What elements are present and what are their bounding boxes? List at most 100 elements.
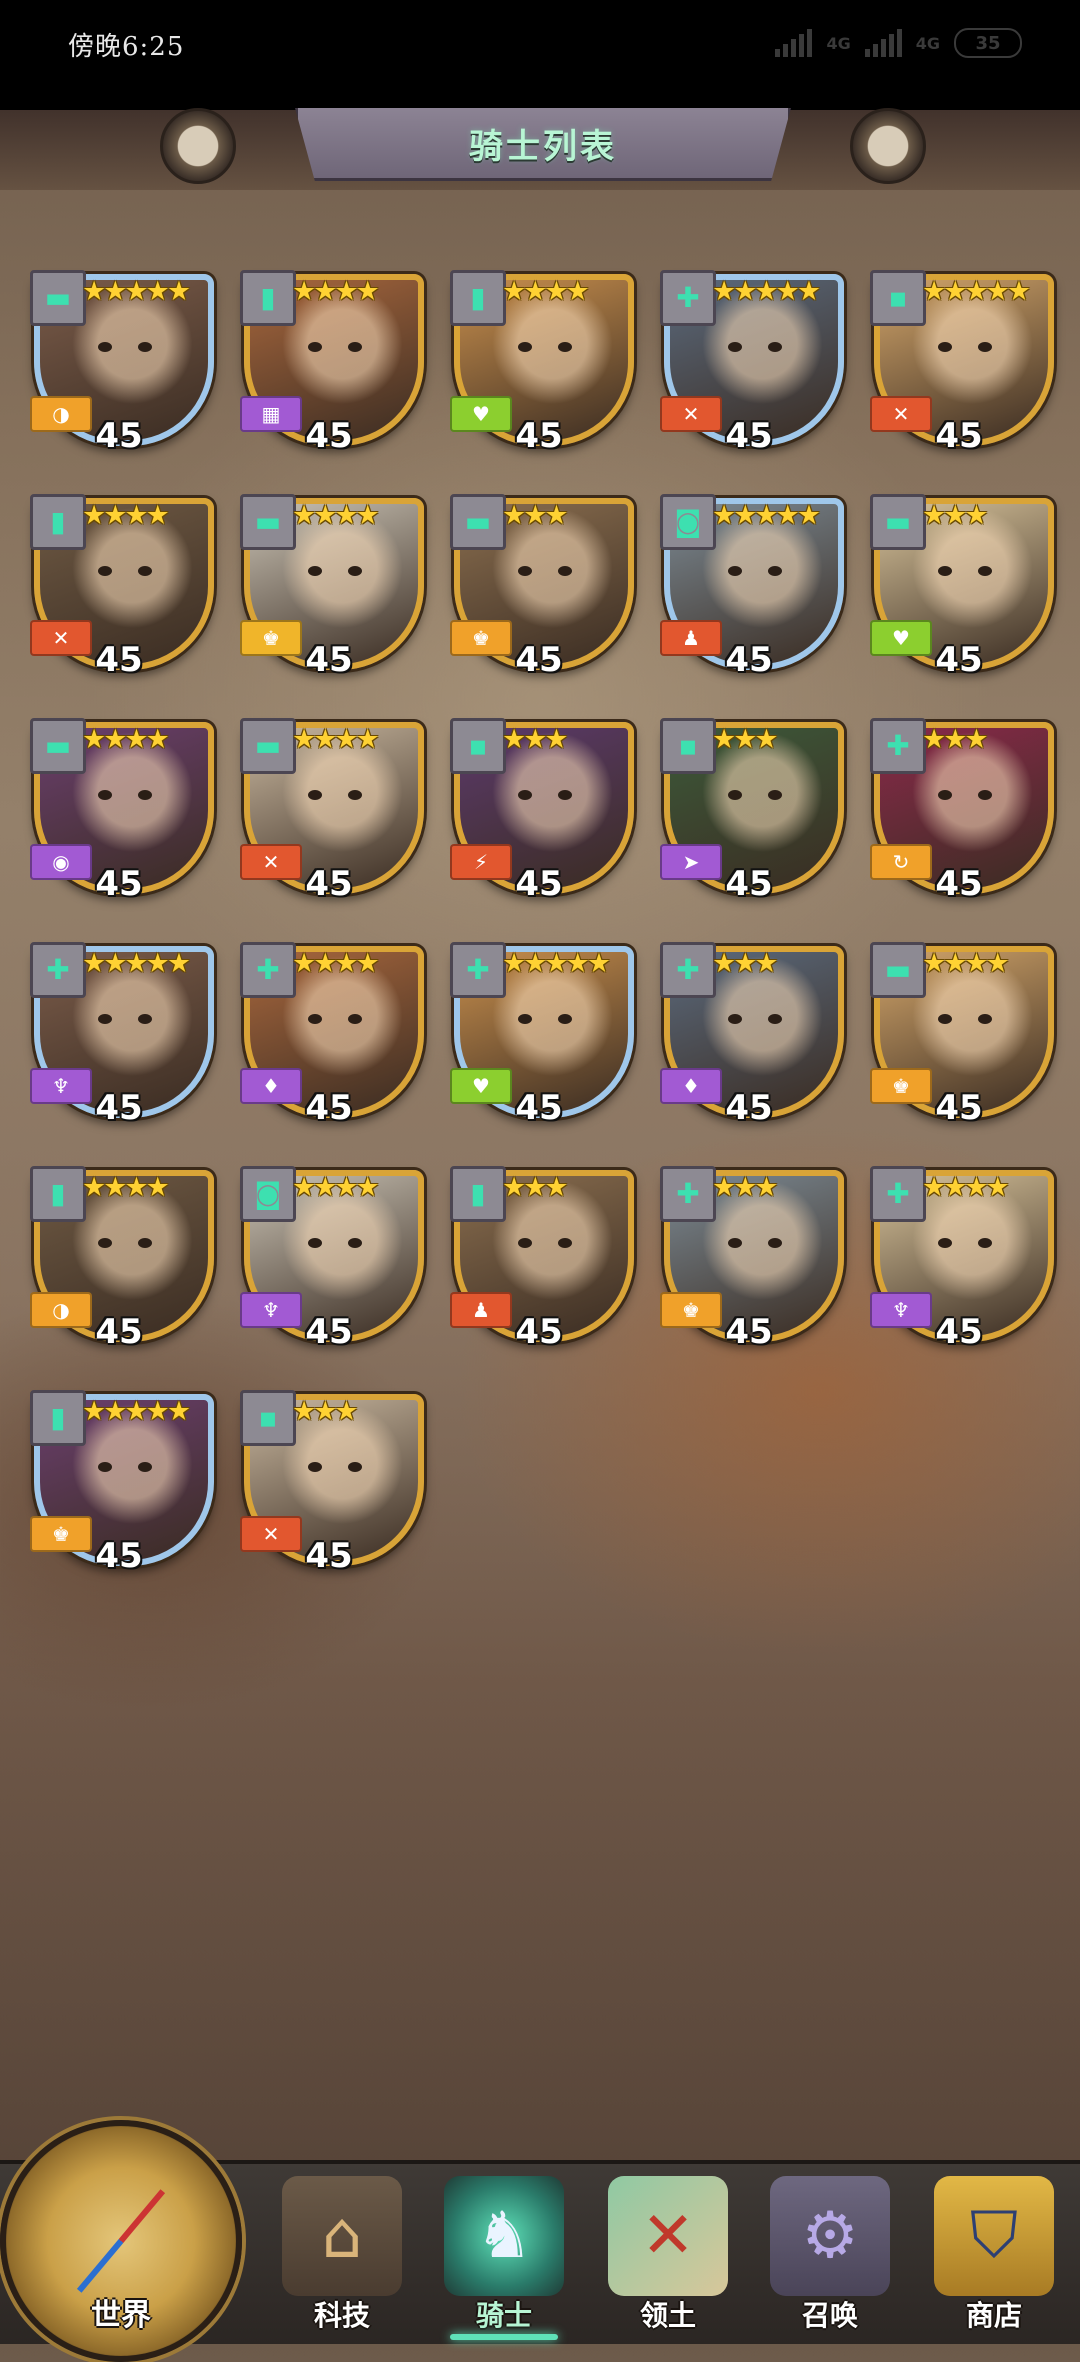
knight-card[interactable]: ✚ ★★★ ♚ 45 [660, 1166, 844, 1362]
knight-card[interactable]: ▬ ★★★★ ♚ 45 [240, 494, 424, 690]
class-tag-icon: ✕ [30, 620, 92, 656]
portrait-eye [308, 566, 322, 576]
knight-card[interactable]: ✚ ★★★ ♦ 45 [660, 942, 844, 1138]
status-icons: 4G 4G 35 [775, 28, 1022, 58]
knight-card[interactable]: ▮ ★★★ ♟ 45 [450, 1166, 634, 1362]
status-bar: 傍晚6:25 4G 4G 35 [0, 0, 1080, 110]
star-rating: ★★★★ [292, 276, 380, 307]
portrait-eye [98, 1462, 112, 1472]
portrait-eye [138, 566, 152, 576]
knight-level: 45 [725, 416, 773, 456]
class-tag-icon: ➤ [660, 844, 722, 880]
class-tag-icon: ▦ [240, 396, 302, 432]
portrait-eye [308, 790, 322, 800]
portrait-eye [138, 790, 152, 800]
knight-card[interactable]: ▮ ★★★★ ▦ 45 [240, 270, 424, 466]
knight-card[interactable]: ▪ ★★★★★ ✕ 45 [870, 270, 1054, 466]
nav-knights[interactable]: ♞ 骑士 [420, 2170, 588, 2340]
role-badge-icon: ✚ [870, 1166, 926, 1222]
class-tag-icon: ✕ [240, 1516, 302, 1552]
class-tag-icon: ⚡ [450, 844, 512, 880]
portrait-eye [98, 1014, 112, 1024]
star-rating: ★★★★ [922, 948, 1010, 979]
star-rating: ★★★ [502, 1172, 569, 1203]
knight-level: 45 [305, 416, 353, 456]
nav-world-label: 世界 [91, 2298, 151, 2333]
portrait-eye [308, 1462, 322, 1472]
class-tag-icon: ♚ [870, 1068, 932, 1104]
class-tag-icon: ✕ [660, 396, 722, 432]
class-tag-icon: ♦ [660, 1068, 722, 1104]
knight-card[interactable]: ▪ ★★★ ⚡ 45 [450, 718, 634, 914]
gauge-icon [160, 108, 236, 184]
knight-card[interactable]: ◙ ★★★★ ♆ 45 [240, 1166, 424, 1362]
knight-card[interactable]: ▮ ★★★★ ♥ 45 [450, 270, 634, 466]
title-plate: 骑士列表 [295, 108, 791, 181]
class-tag-icon: ♚ [30, 1516, 92, 1552]
nav-world[interactable]: 世界 [0, 2120, 242, 2362]
knight-card[interactable]: ▬ ★★★★ ◉ 45 [30, 718, 214, 914]
knight-card[interactable]: ▮ ★★★★ ✕ 45 [30, 494, 214, 690]
class-tag-icon: ♚ [450, 620, 512, 656]
star-rating: ★★★★★ [82, 948, 191, 979]
class-tag-icon: ♦ [240, 1068, 302, 1104]
portrait-eye [138, 1238, 152, 1248]
portrait-eye [938, 566, 952, 576]
star-rating: ★★★★ [292, 724, 380, 755]
knight-card[interactable]: ✚ ★★★★★ ♥ 45 [450, 942, 634, 1138]
portrait-eye [768, 790, 782, 800]
knight-card[interactable]: ▬ ★★★ ♥ 45 [870, 494, 1054, 690]
role-badge-icon: ✚ [870, 718, 926, 774]
class-tag-icon: ◉ [30, 844, 92, 880]
star-rating: ★★★ [502, 500, 569, 531]
portrait-eye [978, 342, 992, 352]
knight-card[interactable]: ▬ ★★★★★ ◑ 45 [30, 270, 214, 466]
knight-level: 45 [515, 1088, 563, 1128]
network-label-2: 4G [915, 33, 940, 53]
knight-level: 45 [95, 416, 143, 456]
knight-card[interactable]: ✚ ★★★ ↻ 45 [870, 718, 1054, 914]
class-tag-icon: ♆ [30, 1068, 92, 1104]
portrait-eye [98, 790, 112, 800]
star-rating: ★★★★ [292, 500, 380, 531]
portrait-eye [558, 566, 572, 576]
knight-level: 45 [725, 1312, 773, 1352]
knight-card[interactable]: ▬ ★★★★ ✕ 45 [240, 718, 424, 914]
class-tag-icon: ✕ [240, 844, 302, 880]
knight-card[interactable]: ▮ ★★★★★ ♚ 45 [30, 1390, 214, 1586]
portrait-eye [938, 342, 952, 352]
knight-card[interactable]: ▪ ★★★ ✕ 45 [240, 1390, 424, 1586]
page-title: 骑士列表 [469, 126, 617, 167]
star-rating: ★★★★ [82, 500, 170, 531]
knight-card[interactable]: ✚ ★★★★ ♆ 45 [870, 1166, 1054, 1362]
portrait-eye [728, 566, 742, 576]
knight-level: 45 [305, 864, 353, 904]
knight-card[interactable]: ▮ ★★★★ ◑ 45 [30, 1166, 214, 1362]
star-rating: ★★★★ [82, 724, 170, 755]
nav-summon[interactable]: ⚙ 召唤 [746, 2170, 914, 2340]
role-badge-icon: ▬ [870, 942, 926, 998]
knight-level: 45 [935, 864, 983, 904]
knight-card[interactable]: ✚ ★★★★ ♦ 45 [240, 942, 424, 1138]
nav-shop[interactable]: ⛉ 商店 [910, 2170, 1078, 2340]
nav-tech[interactable]: ⌂ 科技 [258, 2170, 426, 2340]
star-rating: ★★★★★ [922, 276, 1031, 307]
knight-level: 45 [935, 1088, 983, 1128]
role-badge-icon: ▪ [870, 270, 926, 326]
star-rating: ★★★★★ [712, 500, 821, 531]
portrait-eye [728, 342, 742, 352]
portrait-eye [518, 566, 532, 576]
knight-card[interactable]: ◙ ★★★★★ ♟ 45 [660, 494, 844, 690]
portrait-eye [518, 790, 532, 800]
knight-card[interactable]: ▪ ★★★ ➤ 45 [660, 718, 844, 914]
role-badge-icon: ▬ [30, 270, 86, 326]
knight-portrait-icon: ♞ [444, 2176, 564, 2296]
nav-territory[interactable]: ✕ 领土 [584, 2170, 752, 2340]
knight-card[interactable]: ▬ ★★★★ ♚ 45 [870, 942, 1054, 1138]
star-rating: ★★★★ [82, 1172, 170, 1203]
knight-card[interactable]: ✚ ★★★★★ ✕ 45 [660, 270, 844, 466]
knight-card[interactable]: ▬ ★★★ ♚ 45 [450, 494, 634, 690]
portrait-eye [308, 342, 322, 352]
portrait-eye [98, 566, 112, 576]
knight-card[interactable]: ✚ ★★★★★ ♆ 45 [30, 942, 214, 1138]
